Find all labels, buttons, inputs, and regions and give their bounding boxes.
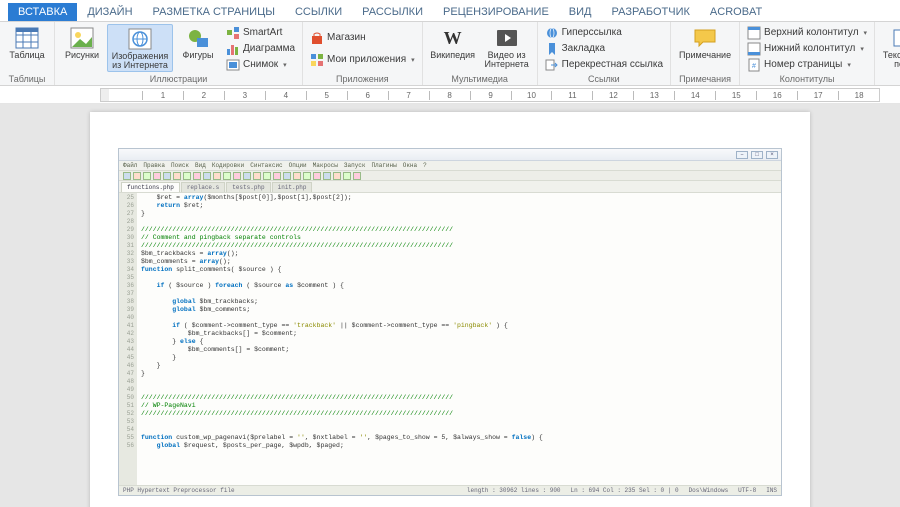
comment-button[interactable]: Примечание — [675, 24, 735, 72]
close-icon: × — [766, 151, 778, 159]
smartart-icon — [226, 26, 240, 40]
tab-дизайн[interactable]: ДИЗАЙН — [77, 3, 142, 21]
group-text: A Текстовоеполе ▾ A▾ A▾ Текст — [875, 22, 900, 85]
wikipedia-button[interactable]: W Википедия — [427, 24, 479, 72]
editor-tabs: functions.phpreplace.stests.phpinit.php — [119, 181, 781, 193]
shapes-icon — [185, 26, 211, 50]
crossref-button[interactable]: Перекрестная ссылка — [542, 57, 666, 72]
hyperlink-button[interactable]: Гиперссылка — [542, 25, 666, 40]
screenshot-button[interactable]: Снимок▾ — [223, 57, 298, 72]
status-insertmode: INS — [766, 487, 777, 494]
textbox-button[interactable]: A Текстовоеполе — [879, 24, 900, 72]
editor-toolbar — [119, 171, 781, 181]
screenshot-icon — [226, 58, 240, 72]
ribbon-tabs: ВСТАВКАДИЗАЙНРАЗМЕТКА СТРАНИЦЫССЫЛКИРАСС… — [0, 0, 900, 22]
pagenum-icon: # — [747, 58, 761, 72]
comment-icon — [692, 26, 718, 50]
bookmark-button[interactable]: Закладка — [542, 41, 666, 56]
embedded-editor-screenshot: – □ × ФайлПравкаПоискВидКодировкиСинтакс… — [118, 148, 782, 496]
store-button[interactable]: Магазин — [307, 30, 418, 45]
status-charset: UTF-8 — [738, 487, 756, 494]
header-icon — [747, 26, 761, 40]
editor-titlebar: – □ × — [119, 149, 781, 161]
pagenum-button[interactable]: #Номер страницы▾ — [744, 57, 870, 72]
status-length: length : 30962 lines : 900 — [467, 487, 561, 494]
group-illustrations: Рисунки Изображенияиз Интернета Фигуры S… — [55, 22, 303, 85]
group-tables: Таблица Таблицы — [0, 22, 55, 85]
shapes-button[interactable]: Фигуры — [175, 24, 221, 72]
chevron-down-icon: ▾ — [283, 61, 287, 69]
chevron-down-icon: ▾ — [411, 56, 415, 64]
tab-ссылки[interactable]: ССЫЛКИ — [285, 3, 352, 21]
video-label: Видео изИнтернета — [485, 51, 529, 70]
chart-icon — [226, 42, 240, 56]
minimize-icon: – — [736, 151, 748, 159]
chevron-down-icon: ▾ — [860, 45, 864, 53]
picture-icon — [69, 26, 95, 50]
status-filetype: PHP Hypertext Preprocessor file — [123, 487, 235, 494]
tab-разработчик[interactable]: РАЗРАБОТЧИК — [602, 3, 700, 21]
line-gutter: 2526272829303132333435363738394041424344… — [119, 193, 137, 485]
online-pictures-icon — [127, 27, 153, 51]
svg-text:#: # — [752, 63, 756, 70]
document-area: – □ × ФайлПравкаПоискВидКодировкиСинтакс… — [0, 104, 900, 507]
store-icon — [310, 31, 324, 45]
group-comments: Примечание Примечания — [671, 22, 740, 85]
ruler: 123456789101112131415161718 — [0, 86, 900, 104]
page: – □ × ФайлПравкаПоискВидКодировкиСинтакс… — [90, 112, 810, 507]
table-button[interactable]: Таблица — [4, 24, 50, 72]
tab-вид[interactable]: ВИД — [559, 3, 602, 21]
tab-разметка страницы[interactable]: РАЗМЕТКА СТРАНИЦЫ — [143, 3, 285, 21]
online-video-button[interactable]: Видео изИнтернета — [481, 24, 533, 72]
header-button[interactable]: Верхний колонтитул▾ — [744, 25, 870, 40]
tab-рецензирование[interactable]: РЕЦЕНЗИРОВАНИЕ — [433, 3, 559, 21]
status-encoding: Dos\Windows — [689, 487, 729, 494]
table-icon — [14, 26, 40, 50]
tab-рассылки[interactable]: РАССЫЛКИ — [352, 3, 433, 21]
maximize-icon: □ — [751, 151, 763, 159]
editor-menu: ФайлПравкаПоискВидКодировкиСинтаксисОпци… — [119, 161, 781, 171]
code-content: $ret = array($months[$post[0]],$post[1],… — [137, 193, 781, 485]
pictures-button[interactable]: Рисунки — [59, 24, 105, 72]
editor-statusbar: PHP Hypertext Preprocessor file length :… — [119, 485, 781, 495]
group-links: Гиперссылка Закладка Перекрестная ссылка… — [538, 22, 671, 85]
footer-icon — [747, 42, 761, 56]
ribbon: Таблица Таблицы Рисунки Изображенияиз Ин… — [0, 22, 900, 86]
group-apps: Магазин Мои приложения▾ Приложения — [303, 22, 423, 85]
bookmark-icon — [545, 42, 559, 56]
group-headerfooter: Верхний колонтитул▾ Нижний колонтитул▾ #… — [740, 22, 875, 85]
apps-icon — [310, 53, 324, 67]
crossref-icon — [545, 58, 559, 72]
tab-acrobat[interactable]: ACROBAT — [700, 3, 772, 21]
link-icon — [545, 26, 559, 40]
online-pictures-label: Изображенияиз Интернета — [112, 52, 169, 71]
textbox-icon: A — [891, 26, 900, 50]
smartart-button[interactable]: SmartArt — [223, 25, 298, 40]
status-position: Ln : 694 Col : 235 Sel : 0 | 0 — [571, 487, 679, 494]
group-media: W Википедия Видео изИнтернета Мультимеди… — [423, 22, 538, 85]
footer-button[interactable]: Нижний колонтитул▾ — [744, 41, 870, 56]
chart-button[interactable]: Диаграмма — [223, 41, 298, 56]
online-pictures-button[interactable]: Изображенияиз Интернета — [107, 24, 173, 72]
myapps-button[interactable]: Мои приложения▾ — [307, 52, 418, 67]
video-icon — [494, 26, 520, 50]
chevron-down-icon: ▾ — [864, 29, 868, 37]
chevron-down-icon: ▾ — [847, 61, 851, 69]
textbox-label: Текстовоеполе — [883, 51, 900, 70]
tab-вставка[interactable]: ВСТАВКА — [8, 3, 77, 21]
wikipedia-icon: W — [440, 26, 466, 50]
